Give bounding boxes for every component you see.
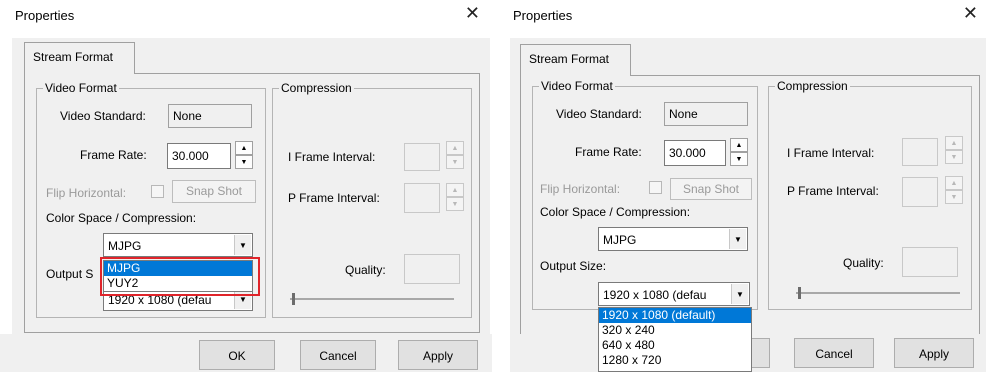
color-space-value: MJPG (603, 233, 637, 247)
color-space-value: MJPG (108, 239, 142, 253)
frame-rate-input[interactable]: 30.000 (167, 143, 231, 169)
output-size-select[interactable]: 1920 x 1080 (defau ▼ (598, 282, 750, 306)
flip-horizontal-checkbox[interactable] (649, 181, 662, 194)
spin-up-icon: ▲ (945, 176, 963, 190)
spin-up-icon[interactable]: ▲ (235, 141, 253, 155)
quality-field (902, 247, 958, 277)
properties-dialog-right: Properties ✕ Stream Format Video Format … (494, 0, 986, 372)
spin-up-icon: ▲ (945, 136, 963, 150)
p-frame-spinner: ▲ ▼ (446, 183, 464, 211)
p-frame-spinner: ▲ ▼ (945, 176, 963, 204)
tab-stream-format[interactable]: Stream Format (24, 42, 135, 74)
dropdown-arrow-icon[interactable]: ▼ (234, 235, 251, 255)
i-frame-interval-label: I Frame Interval: (288, 150, 376, 164)
flip-horizontal-checkbox[interactable] (151, 185, 164, 198)
slider-thumb[interactable] (292, 293, 295, 305)
output-size-value: 1920 x 1080 (defau (603, 288, 707, 302)
quality-label: Quality: (345, 263, 386, 277)
p-frame-interval-field (902, 177, 938, 207)
apply-button[interactable]: Apply (398, 340, 478, 370)
video-format-group-label: Video Format (539, 79, 615, 93)
p-frame-interval-label: P Frame Interval: (288, 191, 380, 205)
i-frame-interval-label: I Frame Interval: (787, 146, 875, 160)
ok-button[interactable]: OK (199, 340, 275, 370)
output-size-label: Output S (46, 267, 94, 281)
tab-stream-format[interactable]: Stream Format (520, 44, 631, 76)
button-bar: OK Cancel Apply (0, 334, 492, 372)
snap-shot-button[interactable]: Snap Shot (172, 180, 256, 203)
spin-down-icon: ▼ (446, 197, 464, 211)
dialog-title: Properties (513, 8, 573, 23)
properties-dialog-left: Properties ✕ Stream Format Video Format … (0, 0, 492, 372)
spin-down-icon: ▼ (945, 150, 963, 164)
list-item[interactable]: 1920 x 1080 (default) (599, 308, 751, 323)
flip-horizontal-label: Flip Horizontal: (46, 186, 127, 200)
compression-group-label: Compression (775, 79, 850, 93)
close-icon[interactable]: ✕ (465, 5, 480, 23)
compression-group-label: Compression (279, 81, 354, 95)
quality-label: Quality: (843, 256, 884, 270)
spin-up-icon[interactable]: ▲ (730, 138, 748, 152)
quality-slider[interactable] (796, 292, 960, 294)
spin-down-icon[interactable]: ▼ (730, 152, 748, 166)
flip-horizontal-label: Flip Horizontal: (540, 182, 621, 196)
video-standard-field: None (168, 104, 252, 128)
quality-slider[interactable] (290, 298, 454, 300)
snap-shot-button[interactable]: Snap Shot (670, 178, 752, 200)
i-frame-spinner: ▲ ▼ (446, 141, 464, 169)
frame-rate-label: Frame Rate: (80, 148, 147, 162)
list-item[interactable]: 640 x 480 (599, 338, 751, 353)
spin-up-icon: ▲ (446, 141, 464, 155)
cancel-button[interactable]: Cancel (794, 338, 874, 368)
color-space-label: Color Space / Compression: (46, 211, 197, 225)
frame-rate-input[interactable]: 30.000 (664, 140, 726, 166)
output-size-label: Output Size: (540, 259, 607, 273)
list-item[interactable]: 320 x 240 (599, 323, 751, 338)
p-frame-interval-label: P Frame Interval: (787, 184, 879, 198)
video-standard-field: None (664, 102, 748, 126)
dropdown-arrow-icon[interactable]: ▼ (731, 284, 748, 304)
color-space-select[interactable]: MJPG ▼ (103, 233, 253, 257)
frame-rate-spinner[interactable]: ▲ ▼ (730, 138, 748, 166)
i-frame-interval-field (902, 138, 938, 166)
output-size-options-list[interactable]: 1920 x 1080 (default) 320 x 240 640 x 48… (598, 307, 752, 372)
i-frame-spinner: ▲ ▼ (945, 136, 963, 164)
color-space-select[interactable]: MJPG ▼ (598, 227, 748, 251)
spin-up-icon: ▲ (446, 183, 464, 197)
dialog-title: Properties (15, 8, 75, 23)
color-space-label: Color Space / Compression: (540, 205, 691, 219)
video-format-group-label: Video Format (43, 81, 119, 95)
p-frame-interval-field (404, 183, 440, 213)
i-frame-interval-field (404, 143, 440, 171)
video-standard-label: Video Standard: (60, 109, 146, 123)
cancel-button[interactable]: Cancel (300, 340, 376, 370)
frame-rate-label: Frame Rate: (575, 145, 642, 159)
spin-down-icon: ▼ (945, 190, 963, 204)
frame-rate-spinner[interactable]: ▲ ▼ (235, 141, 253, 169)
highlight-box (100, 257, 260, 296)
slider-thumb[interactable] (798, 287, 801, 299)
list-item[interactable]: 1280 x 720 (599, 353, 751, 368)
spin-down-icon: ▼ (446, 155, 464, 169)
close-icon[interactable]: ✕ (963, 5, 978, 23)
dropdown-arrow-icon[interactable]: ▼ (729, 229, 746, 249)
video-standard-label: Video Standard: (556, 107, 642, 121)
quality-field (404, 254, 460, 284)
apply-button[interactable]: Apply (894, 338, 974, 368)
spin-down-icon[interactable]: ▼ (235, 155, 253, 169)
